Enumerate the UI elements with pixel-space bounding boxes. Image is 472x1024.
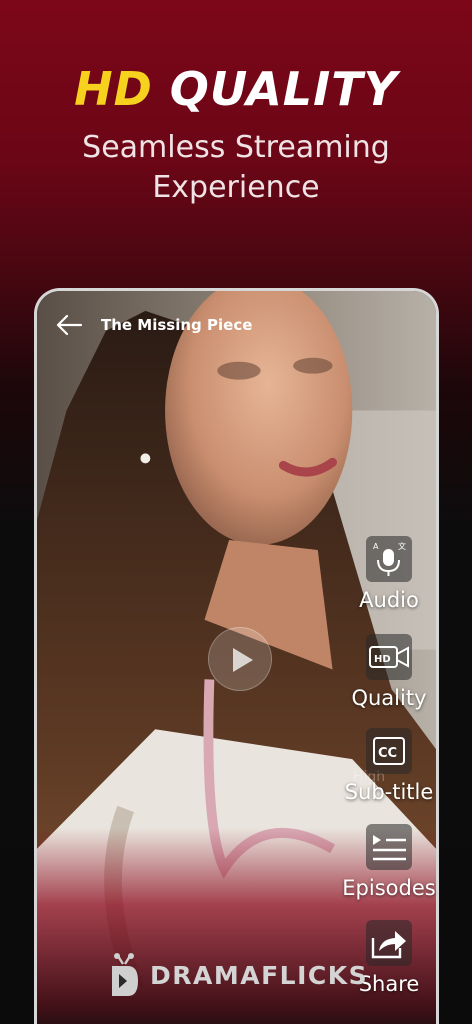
episodes-label: Episodes [342,876,436,900]
tv-logo-icon [112,953,138,996]
subtitle-button[interactable]: CC Sub-title [329,728,449,804]
headline-quality: QUALITY [169,62,398,116]
subheadline-line-2: Experience [152,170,320,205]
episodes-list-icon [373,835,406,861]
back-arrow-icon[interactable] [55,313,83,337]
quality-label: Quality [351,686,427,710]
quality-button[interactable]: HD Quality [329,634,449,710]
share-icon [371,931,406,959]
headline: HD QUALITY [0,62,472,116]
play-button[interactable] [208,627,272,691]
audio-button[interactable]: A 文 Audio [329,536,449,612]
episodes-button[interactable]: Episodes [329,824,449,900]
subheadline: Seamless Streaming Experience [0,128,472,208]
play-icon [233,648,253,672]
svg-text:文: 文 [398,541,406,551]
svg-text:CC: CC [378,746,397,761]
player-topbar: The Missing Piece [55,313,252,337]
headline-hd: HD [74,62,153,116]
subheadline-line-1: Seamless Streaming [82,130,390,165]
brand-name: DRAMAFLICKS [150,960,369,990]
video-title: The Missing Piece [101,316,253,334]
brand-logo: DRAMAFLICKS [106,952,368,998]
audio-label: Audio [359,588,419,612]
audio-translate-icon: A 文 [373,541,406,576]
cc-icon: CC [373,737,405,765]
svg-text:A: A [373,542,379,551]
svg-text:HD: HD [374,654,391,665]
subtitle-label: Sub-title [344,780,434,804]
hd-camera-icon: HD [369,646,409,668]
